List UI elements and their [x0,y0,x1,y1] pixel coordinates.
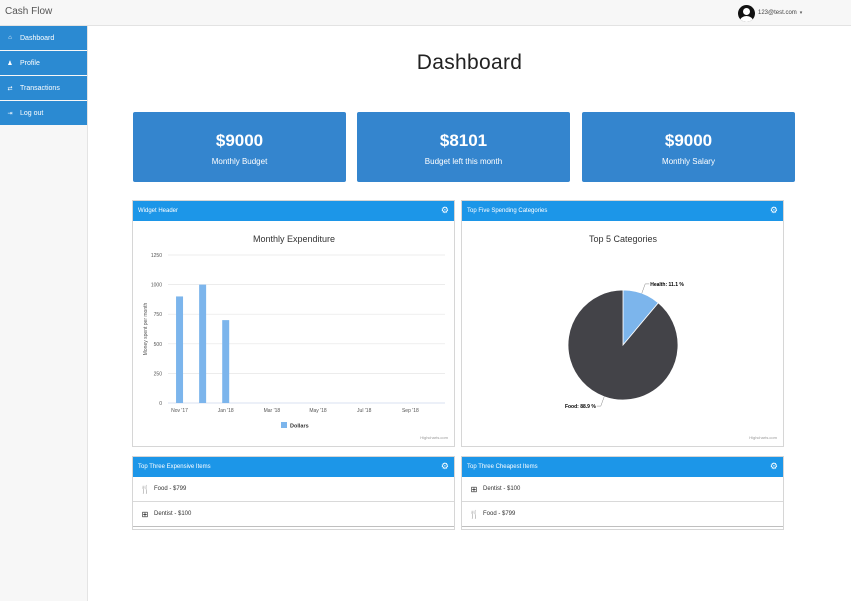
sidebar: ⌂ Dashboard ♟ Profile ⇄ Transactions ⇥ L… [0,26,88,601]
stat-card-monthly-budget: $9000 Monthly Budget [133,112,346,182]
stat-label: Budget left this month [424,157,503,166]
stat-label: Monthly Salary [662,157,715,166]
pie-slice [567,289,679,401]
y-tick-label: 0 [159,401,162,407]
y-tick-label: 250 [154,371,163,377]
widget-title: Widget Header [138,208,179,214]
stat-label: Monthly Budget [211,157,268,166]
y-tick-label: 500 [154,342,163,348]
item-text: Dentist - $100 [483,486,521,492]
x-tick-label: Jan '18 [218,408,234,414]
widget-title: Top Three Expensive Items [138,464,211,470]
legend-label: Dollars [290,424,309,430]
list-item: ⊞ Dentist - $100 [133,502,454,527]
list-item: 🍴 Food - $799 [462,502,783,527]
x-tick-label: Mar '18 [264,408,281,414]
chart-credit[interactable]: Highcharts.com [749,435,777,440]
x-tick-label: Jul '18 [357,408,372,414]
cutlery-icon: 🍴 [140,484,150,494]
gear-icon[interactable]: ⚙ [441,205,449,216]
item-text: Food - $799 [483,511,516,517]
x-tick-label: May '18 [309,408,327,414]
chart-title: Monthly Expenditure [253,234,335,244]
widget-header: Top Five Spending Categories ⚙ [462,201,783,221]
widget-cheapest-items: Top Three Cheapest Items ⚙ ⊞ Dentist - $… [461,456,784,530]
bar [176,296,184,403]
stat-value: $9000 [664,131,713,150]
item-text: Food - $799 [154,486,187,492]
data-label: Health: 11.1 % [650,282,684,288]
stat-value: $8101 [439,131,488,150]
sidebar-item-label: Dashboard [20,34,55,42]
gear-icon[interactable]: ⚙ [441,461,449,472]
chart-credit[interactable]: Highcharts.com [420,435,448,440]
cutlery-icon: 🍴 [469,509,479,519]
chevron-down-icon[interactable]: ▾ [800,10,803,16]
y-tick-label: 750 [154,312,163,318]
widget-title: Top Five Spending Categories [467,208,548,214]
widget-monthly-expenditure: Widget Header ⚙ Monthly Expenditure 0 250 5… [132,200,455,447]
widget-header: Top Three Expensive Items ⚙ [133,457,454,477]
stat-card-budget-left: $8101 Budget left this month [357,112,570,182]
data-label-connector [641,283,650,294]
logout-icon: ⇥ [7,110,13,117]
widget-header: Widget Header ⚙ [133,201,454,221]
x-tick-label: Nov '17 [171,408,188,414]
page-title: Dashboard [416,51,523,74]
chart-title: Top 5 Categories [589,234,658,244]
sidebar-item-label: Profile [20,59,40,67]
sidebar-item-logout[interactable]: ⇥ Log out [0,101,87,125]
sidebar-item-label: Transactions [20,84,60,92]
sidebar-item-dashboard[interactable]: ⌂ Dashboard [0,26,87,50]
y-tick-label: 1000 [151,283,162,289]
data-label-connector [596,396,605,407]
x-tick-label: Sep '18 [402,408,419,414]
pie-chart: Top 5 Categories Health: 11.1 % Food: 88.9… [565,234,684,410]
item-text: Dentist - $100 [154,511,192,517]
list-item: 🍴 Food - $799 [133,477,454,502]
top-navbar: Cash Flow 123@test.com ▾ [0,0,851,26]
widget-expensive-items: Top Three Expensive Items ⚙ 🍴 Food - $79… [132,456,455,530]
sidebar-item-label: Log out [20,109,44,117]
gear-icon[interactable]: ⚙ [770,205,778,216]
widget-top-categories: Top Five Spending Categories ⚙ Top 5 Cat… [461,200,784,447]
gear-icon[interactable]: ⚙ [770,461,778,472]
user-email[interactable]: 123@test.com [758,10,797,16]
stat-card-monthly-salary: $9000 Monthly Salary [582,112,795,182]
data-label: Food: 88.9 % [565,404,596,410]
medkit-icon: ⊞ [470,484,478,494]
app-brand[interactable]: Cash Flow [5,6,52,17]
exchange-icon: ⇄ [7,85,13,92]
sidebar-item-transactions[interactable]: ⇄ Transactions [0,76,87,100]
stat-value: $9000 [215,131,264,150]
user-menu[interactable]: 123@test.com ▾ [738,3,802,23]
y-axis-label: Money spent per month [143,303,149,356]
list-item: ⊞ Dentist - $100 [462,477,783,502]
avatar[interactable] [738,4,755,22]
bar-chart: Monthly Expenditure 0 250 500 750 1000 1250 Mon… [143,234,445,430]
bar [222,320,230,403]
widget-header: Top Three Cheapest Items ⚙ [462,457,783,477]
sidebar-item-profile[interactable]: ♟ Profile [0,51,87,75]
bar [199,284,207,403]
medkit-icon: ⊞ [141,509,149,519]
home-icon: ⌂ [8,35,12,41]
user-icon: ♟ [7,60,13,67]
widget-title: Top Three Cheapest Items [467,464,538,470]
y-tick-label: 1250 [151,253,162,259]
legend-swatch [281,422,287,428]
